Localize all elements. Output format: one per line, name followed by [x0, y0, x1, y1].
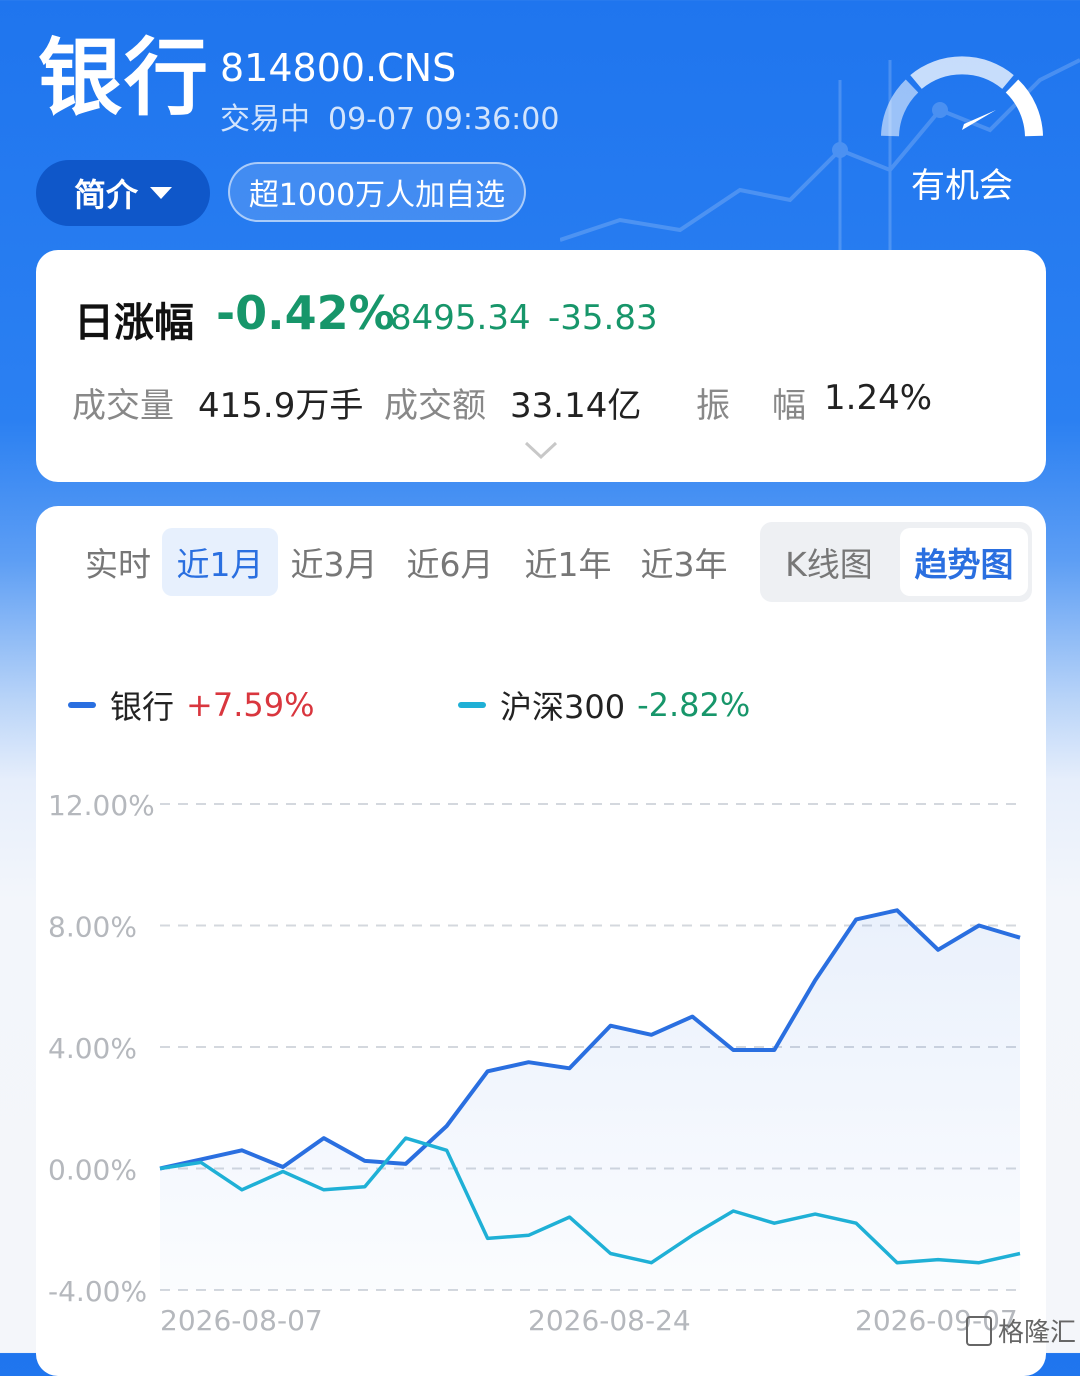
legend-bank-name: 银行 — [110, 688, 175, 726]
stock-code: 814800.CNS — [220, 46, 457, 90]
legend-bank: 银行 +7.59% — [68, 682, 314, 728]
tab-1year[interactable]: 近1年 — [510, 528, 626, 596]
price-change: -35.83 — [548, 298, 658, 338]
legend-bank-value: +7.59% — [186, 686, 315, 724]
amplitude-label-2: 幅 — [772, 386, 806, 426]
amount-label: 成交额 — [384, 386, 486, 426]
gauge-label: 有机会 — [911, 166, 1013, 206]
follow-badge-button[interactable]: 超1000万人加自选 — [228, 162, 526, 222]
amplitude-label-1: 振 — [696, 386, 730, 426]
watermark: 格隆汇 — [966, 1312, 1076, 1349]
daily-change-label: 日涨幅 — [74, 300, 194, 346]
volume-label: 成交量 — [72, 386, 174, 426]
volume-value: 415.9万手 — [198, 386, 364, 426]
amount-value: 33.14亿 — [510, 386, 642, 426]
legend-bank-swatch — [68, 702, 96, 708]
legend-index-swatch — [458, 702, 486, 708]
watermark-logo-icon — [966, 1315, 992, 1346]
caret-down-icon — [150, 187, 172, 199]
legend-index-name: 沪深300 — [500, 688, 626, 726]
watermark-text: 格隆汇 — [998, 1318, 1077, 1348]
status-datetime: 09-07 09:36:00 — [328, 102, 560, 137]
intro-label: 简介 — [73, 176, 138, 214]
tab-3year[interactable]: 近3年 — [626, 528, 742, 596]
page-title: 银行 — [38, 29, 211, 127]
tab-6month[interactable]: 近6月 — [394, 528, 506, 596]
trend-view-button[interactable]: 趋势图 — [900, 528, 1028, 596]
amplitude-value: 1.24% — [824, 378, 933, 418]
gauge-icon[interactable] — [872, 46, 1052, 156]
tab-3month[interactable]: 近3月 — [278, 528, 390, 596]
intro-button[interactable]: 简介 — [36, 160, 210, 226]
summary-card: 日涨幅 -0.42% 8495.34 -35.83 成交量 415.9万手 成交… — [36, 250, 1046, 482]
kline-view-button[interactable]: K线图 — [760, 522, 898, 602]
status-text: 交易中 — [220, 102, 310, 137]
legend-index-value: -2.82% — [637, 686, 751, 724]
view-toggle: K线图 趋势图 — [760, 522, 1032, 602]
current-price: 8495.34 — [390, 298, 531, 338]
legend-index: 沪深300 -2.82% — [458, 682, 750, 728]
trade-status: 交易中 09-07 09:36:00 — [220, 94, 559, 138]
tab-1month[interactable]: 近1月 — [162, 528, 278, 596]
daily-change-pct: -0.42% — [216, 286, 395, 340]
tab-realtime[interactable]: 实时 — [62, 528, 174, 596]
chart-card: 实时 近1月 近3月 近6月 近1年 近3年 K线图 趋势图 银行 +7.59%… — [36, 506, 1046, 1376]
chevron-down-icon[interactable] — [524, 440, 558, 460]
